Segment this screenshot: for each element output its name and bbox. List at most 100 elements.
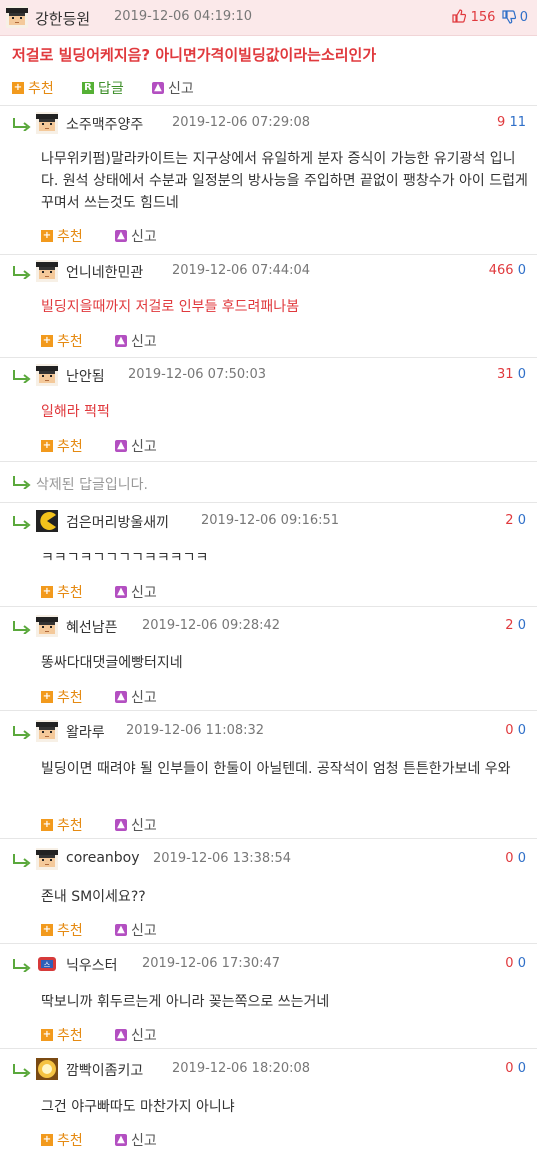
comment-upvote-count[interactable]: 9 — [497, 115, 505, 130]
comment-upvote-count[interactable]: 0 — [505, 851, 513, 866]
report-label: 신고 — [131, 923, 157, 939]
comment-downvote-count[interactable]: 0 — [518, 1061, 526, 1076]
comment-votes: 0 0 — [505, 956, 526, 971]
comment-upvote-count[interactable]: 0 — [505, 723, 513, 738]
recommend-button[interactable]: + 추천 — [12, 78, 54, 98]
report-button[interactable]: ▲ 신고 — [115, 1130, 157, 1150]
comment: 왈라루 2019-12-06 11:08:32 0 0 빌딩이면 때려야 될 인… — [0, 711, 537, 839]
recommend-label: 추천 — [57, 334, 83, 350]
siren-icon: ▲ — [115, 1029, 127, 1041]
report-button[interactable]: ▲ 신고 — [115, 920, 157, 940]
comment: 깜빡이좀키고 2019-12-06 18:20:08 0 0 그건 야구빠따도 … — [0, 1049, 537, 1152]
comment-timestamp: 2019-12-06 13:38:54 — [153, 851, 292, 866]
commenter-name[interactable]: 검은머리방울새끼 — [66, 512, 169, 532]
comment: 난안됨 2019-12-06 07:50:03 31 0 일해라 퍽퍽 + 추천… — [0, 358, 537, 462]
comment-upvote-count[interactable]: 31 — [497, 367, 514, 382]
plus-icon: + — [41, 440, 53, 452]
comment-text: 나무위키펌)말라카이트는 지구상에서 유일하게 분자 증식이 가능한 유기광석 … — [41, 151, 528, 211]
deleted-notice: 삭제된 답글입니다. — [36, 477, 148, 493]
commenter-avatar[interactable] — [36, 848, 58, 870]
reply-arrow-icon — [12, 117, 32, 131]
commenter-avatar[interactable] — [36, 112, 58, 134]
commenter-name[interactable]: 깜빡이좀키고 — [66, 1060, 143, 1080]
report-label: 신고 — [131, 1133, 157, 1149]
post-upvote-count: 156 — [470, 10, 496, 25]
plus-icon: + — [12, 82, 24, 94]
report-button[interactable]: ▲ 신고 — [115, 1025, 157, 1045]
thumbs-down-icon[interactable] — [502, 10, 516, 24]
report-label: 신고 — [131, 334, 157, 350]
report-button[interactable]: ▲ 신고 — [115, 331, 157, 351]
comment-downvote-count[interactable]: 0 — [518, 956, 526, 971]
recommend-button[interactable]: + 추천 — [41, 582, 83, 602]
comment-downvote-count[interactable]: 0 — [518, 263, 526, 278]
commenter-avatar[interactable] — [36, 615, 58, 637]
commenter-name[interactable]: 소주맥주양주 — [66, 114, 143, 134]
comment-upvote-count[interactable]: 466 — [489, 263, 514, 278]
comment-upvote-count[interactable]: 2 — [505, 513, 513, 528]
recommend-button[interactable]: + 추천 — [41, 920, 83, 940]
comment-text: 빌딩이면 때려야 될 인부들이 한둘이 아닐텐데. 공작석이 엄청 튼튼한가보네… — [41, 761, 511, 777]
report-label: 신고 — [131, 690, 157, 706]
siren-icon: ▲ — [115, 1134, 127, 1146]
commenter-name[interactable]: 닉우스터 — [66, 955, 118, 975]
comment-votes: 0 0 — [505, 1061, 526, 1076]
commenter-name[interactable]: 왈라루 — [66, 722, 105, 742]
reply-arrow-icon — [12, 725, 32, 739]
reply-label: 답글 — [98, 81, 124, 97]
recommend-label: 추천 — [57, 585, 83, 601]
siren-icon: ▲ — [152, 82, 164, 94]
report-button[interactable]: ▲ 신고 — [115, 687, 157, 707]
comment-text: 일해라 퍽퍽 — [41, 404, 110, 420]
reply-button[interactable]: R 답글 — [82, 78, 124, 98]
recommend-button[interactable]: + 추천 — [41, 226, 83, 246]
comment-upvote-count[interactable]: 2 — [505, 618, 513, 633]
commenter-avatar[interactable] — [36, 720, 58, 742]
commenter-name[interactable]: coreanboy — [66, 850, 140, 866]
commenter-avatar[interactable] — [36, 510, 58, 532]
report-button[interactable]: ▲ 신고 — [115, 582, 157, 602]
report-label: 신고 — [131, 229, 157, 245]
recommend-button[interactable]: + 추천 — [41, 331, 83, 351]
comment-upvote-count[interactable]: 0 — [505, 956, 513, 971]
report-button[interactable]: ▲ 신고 — [115, 436, 157, 456]
report-button[interactable]: ▲ 신고 — [152, 78, 194, 98]
recommend-button[interactable]: + 추천 — [41, 815, 83, 835]
thumbs-up-icon[interactable] — [452, 9, 466, 23]
recommend-label: 추천 — [28, 81, 54, 97]
recommend-label: 추천 — [57, 1133, 83, 1149]
commenter-avatar[interactable] — [36, 364, 58, 386]
comment-downvote-count[interactable]: 0 — [518, 723, 526, 738]
commenter-name[interactable]: 언니네한민관 — [66, 262, 143, 282]
commenter-name[interactable]: 혜선남픈 — [66, 617, 118, 637]
recommend-button[interactable]: + 추천 — [41, 1025, 83, 1045]
commenter-name[interactable]: 난안됨 — [66, 366, 105, 386]
comment: 닉우스터 2019-12-06 17:30:47 0 0 딱보니까 휘두르는게 … — [0, 944, 537, 1049]
report-label: 신고 — [131, 585, 157, 601]
commenter-avatar[interactable] — [36, 260, 58, 282]
comment-timestamp: 2019-12-06 09:16:51 — [201, 513, 340, 528]
report-label: 신고 — [131, 818, 157, 834]
comment-downvote-count[interactable]: 0 — [518, 367, 526, 382]
author-avatar[interactable] — [6, 6, 28, 28]
comment-timestamp: 2019-12-06 07:29:08 — [172, 115, 311, 130]
reply-arrow-icon — [12, 369, 32, 383]
report-button[interactable]: ▲ 신고 — [115, 815, 157, 835]
post-author[interactable]: 강한등원 — [35, 8, 90, 29]
recommend-button[interactable]: + 추천 — [41, 687, 83, 707]
comment-text: ㅋㅋㄱㅋㄱㄱㄱㄱㅋㅋㅋㄱㅋ — [41, 550, 209, 566]
commenter-avatar[interactable] — [36, 953, 58, 975]
comment-text: 딱보니까 휘두르는게 아니라 꽂는쪽으로 쓰는거네 — [41, 994, 330, 1010]
comment-text: 존내 SM이세요?? — [41, 889, 146, 905]
comment-timestamp: 2019-12-06 09:28:42 — [142, 618, 281, 633]
comment-downvote-count[interactable]: 0 — [518, 618, 526, 633]
comment-downvote-count[interactable]: 11 — [509, 115, 526, 130]
recommend-button[interactable]: + 추천 — [41, 1130, 83, 1150]
comment: 언니네한민관 2019-12-06 07:44:04 466 0 빌딩지을때까지… — [0, 255, 537, 358]
recommend-button[interactable]: + 추천 — [41, 436, 83, 456]
comment-upvote-count[interactable]: 0 — [505, 1061, 513, 1076]
comment-downvote-count[interactable]: 0 — [518, 513, 526, 528]
comment-downvote-count[interactable]: 0 — [518, 851, 526, 866]
commenter-avatar[interactable] — [36, 1058, 58, 1080]
report-button[interactable]: ▲ 신고 — [115, 226, 157, 246]
